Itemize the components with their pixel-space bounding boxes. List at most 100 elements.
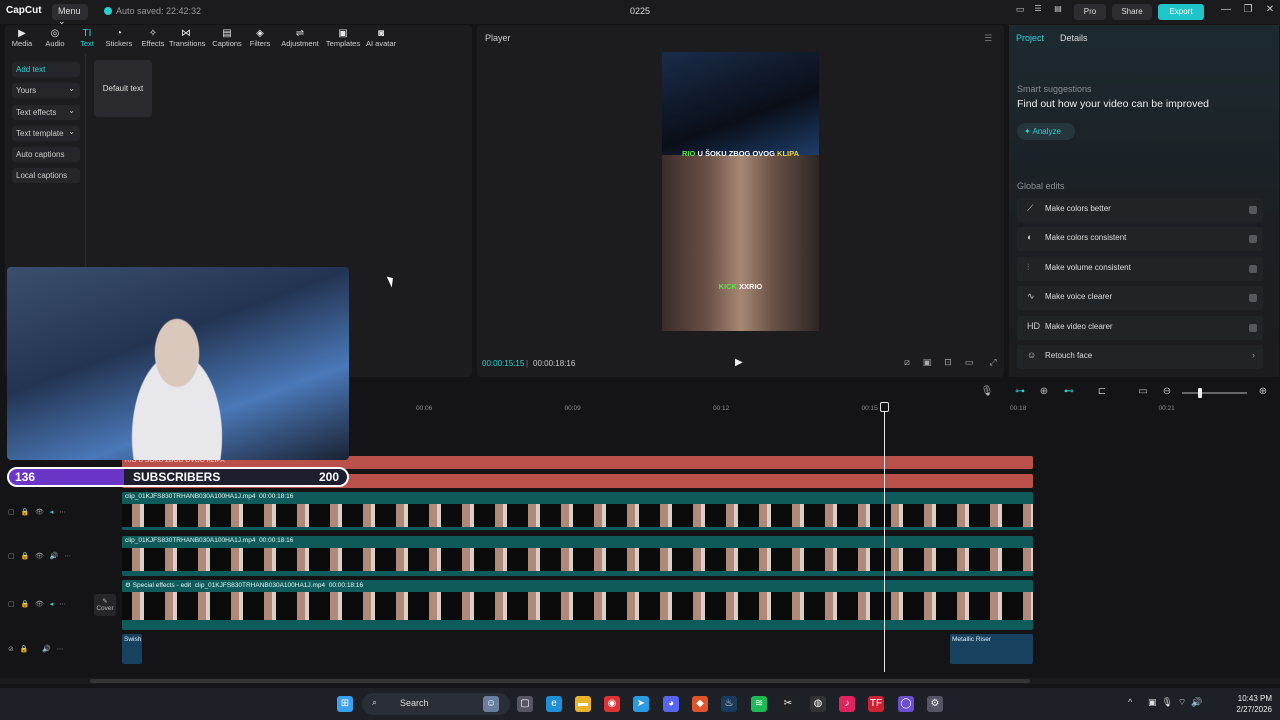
playhead-handle[interactable] — [880, 402, 889, 412]
shortcut-icon[interactable]: ▤ — [1050, 4, 1066, 13]
pro-button[interactable]: Pro — [1074, 4, 1106, 20]
brave-icon[interactable]: ◆ — [692, 696, 708, 712]
snap-icon[interactable]: ⊕ — [1037, 386, 1051, 397]
layout-icon[interactable]: ▭ — [1012, 4, 1028, 15]
global-edit-label: Make colors better — [1045, 204, 1111, 213]
ratio-icon[interactable]: ▭ — [962, 357, 976, 368]
caption-icon[interactable]: ▭ — [1136, 386, 1150, 397]
capcut-icon[interactable]: ✂ — [780, 696, 796, 712]
tool-media[interactable]: ▶ Media — [5, 28, 39, 48]
chrome-icon[interactable]: ◉ — [604, 696, 620, 712]
telegram-icon[interactable]: ➤ — [633, 696, 649, 712]
toggle[interactable] — [1249, 264, 1257, 273]
fullscreen-icon[interactable]: ⤢ — [986, 357, 1000, 368]
crop-icon[interactable]: ⧄ — [900, 357, 914, 368]
video-clip-2[interactable]: clip_01KJFS830TRHANB030A100HA1J.mp4 00:0… — [122, 536, 1033, 576]
tool-audio[interactable]: ◎ Audio — [38, 28, 72, 48]
global-edit-make-volume-consistent[interactable]: ⫶ Make volume consistent — [1017, 256, 1263, 281]
analyze-button[interactable]: ✦ Analyze — [1017, 123, 1075, 140]
default-text-card[interactable]: Default text — [94, 60, 152, 117]
play-icon[interactable]: ▶ — [735, 357, 743, 368]
magnet-icon[interactable]: ⊷ — [1062, 386, 1076, 397]
sidebar-item-add-text[interactable]: Add text — [12, 62, 80, 77]
playhead[interactable] — [884, 402, 885, 672]
timeline-scrollbar-thumb[interactable] — [90, 679, 1030, 683]
video-clip-1[interactable]: clip_01KJFS830TRHANB030A100HA1J.mp4 00:0… — [122, 492, 1033, 530]
audio-clip-metallic-riser[interactable]: Metallic Riser — [950, 634, 1033, 664]
tool-templates[interactable]: ▣ Templates — [322, 28, 364, 48]
tool-ai-avatar[interactable]: ◙ AI avatar — [360, 28, 402, 48]
sidebar-item-auto-captions[interactable]: Auto captions — [12, 147, 80, 162]
link-icon[interactable]: ⊶ — [1013, 386, 1027, 397]
main-video-clip[interactable]: ⚙ Special effects - edit clip_01KJFS830T… — [122, 580, 1033, 630]
snapshot-icon[interactable]: ⊡ — [941, 357, 955, 368]
close-icon[interactable]: ✕ — [1262, 4, 1278, 15]
tool-transitions[interactable]: ⋈ Transitions — [169, 28, 205, 48]
toggle[interactable] — [1249, 323, 1257, 332]
global-edit-make-video-clearer[interactable]: HD Make video clearer — [1017, 315, 1263, 340]
tray-chevron-icon[interactable]: ^ — [1128, 697, 1132, 707]
cover-button[interactable]: ✎ Cover — [94, 594, 116, 616]
track-controls-audio[interactable]: ⊘ 🔒 🔊 ⋯ — [8, 645, 88, 653]
zoom-slider[interactable] — [1182, 388, 1247, 398]
tray-icons[interactable]: ▣ 🎙 ⌔ 🔊 — [1148, 697, 1203, 708]
edge-icon[interactable]: e — [546, 696, 562, 712]
minimize-icon[interactable]: — — [1218, 4, 1234, 15]
timeline-scrollbar[interactable] — [0, 678, 1280, 684]
tool-text[interactable]: TI Text — [70, 28, 104, 48]
discord-icon[interactable]: ◕ — [663, 696, 679, 712]
track-controls-video1[interactable]: ▢ 🔒 👁 ◂ ⋯ — [8, 508, 88, 516]
main-clip-thumbnails — [122, 592, 1033, 620]
sidebar-item-yours[interactable]: Yours ⌄ — [12, 83, 80, 98]
tool-filters[interactable]: ◈ Filters — [243, 28, 277, 48]
quality-icon[interactable]: ▣ — [920, 357, 934, 368]
global-edit-make-colors-consistent[interactable]: ◐ Make colors consistent — [1017, 227, 1263, 252]
video-preview[interactable]: RIO U ŠOKU ZBOG OVOG KLIPA KICK XXRIO — [662, 52, 819, 331]
track-controls-main[interactable]: ▢ 🔒 👁 ◂ ⋯ — [8, 600, 88, 608]
steam-icon[interactable]: ♨ — [721, 696, 737, 712]
explorer-icon[interactable]: ▬ — [575, 696, 591, 712]
record-icon[interactable]: ◯ — [898, 696, 914, 712]
obs-icon[interactable]: ◍ — [810, 696, 826, 712]
menu-button[interactable]: Menu ⌄ — [52, 4, 88, 26]
microphone-icon[interactable]: 🎙 — [980, 386, 994, 397]
video-clip-1-label: clip_01KJFS830TRHANB030A100HA1J.mp4 00:0… — [125, 493, 294, 500]
tool-effects[interactable]: ✧ Effects — [136, 28, 170, 48]
global-edit-make-voice-clearer[interactable]: ∿ Make voice clearer — [1017, 286, 1263, 311]
player-menu-icon[interactable]: ☰ — [984, 33, 992, 44]
toggle[interactable] — [1249, 294, 1257, 303]
video-clip-1-thumbnails — [122, 504, 1033, 527]
toggle[interactable] — [1249, 206, 1257, 214]
taskbar-clock[interactable]: 10:43 PM 2/27/2026 — [1232, 693, 1272, 715]
zoom-out-icon[interactable]: ⊖ — [1160, 386, 1174, 397]
timeline-ruler[interactable] — [350, 402, 1280, 418]
sidebar-item-text-template[interactable]: Text template ⌄ — [12, 126, 80, 141]
task-view-icon[interactable]: ▢ — [517, 696, 533, 712]
spotify-icon[interactable]: ≋ — [751, 696, 767, 712]
tool-captions[interactable]: ▤ Captions — [210, 28, 244, 48]
share-button[interactable]: Share — [1112, 4, 1152, 20]
settings-icon[interactable]: ⚙ — [927, 696, 943, 712]
global-edit-retouch-face[interactable]: ☺ Retouch face › — [1017, 345, 1263, 369]
windows-start-icon[interactable]: ⊞ — [337, 696, 353, 712]
tool-adjustment[interactable]: ⇌ Adjustment — [279, 28, 321, 48]
zoom-slider-handle[interactable] — [1198, 388, 1202, 398]
tab-project[interactable]: Project — [1016, 33, 1044, 43]
tf-icon[interactable]: TF — [868, 696, 884, 712]
video-clip-2-thumbnails — [122, 548, 1033, 571]
export-button[interactable]: Export — [1158, 4, 1204, 20]
list-icon[interactable]: ☰ — [1030, 4, 1046, 13]
track-controls-video2[interactable]: ▢ 🔒 👁 🔊 ⋯ — [8, 552, 88, 560]
toggle[interactable] — [1249, 235, 1257, 244]
sidebar-item-text-effects[interactable]: Text effects ⌄ — [12, 105, 80, 120]
tab-details[interactable]: Details — [1060, 33, 1088, 43]
tiktok-icon[interactable]: ♪ — [839, 696, 855, 712]
tool-stickers[interactable]: ◔ Stickers — [102, 28, 136, 48]
global-edit-make-colors-better[interactable]: ⟋ Make colors better — [1017, 198, 1263, 222]
preview-axis-icon[interactable]: ⊏ — [1095, 386, 1109, 397]
sidebar-item-local-captions[interactable]: Local captions — [12, 168, 80, 183]
people-icon[interactable]: ☺ — [483, 696, 499, 712]
zoom-in-icon[interactable]: ⊕ — [1256, 386, 1270, 397]
maximize-icon[interactable]: ❐ — [1240, 4, 1256, 15]
audio-clip-swish[interactable]: Swish — [122, 634, 142, 664]
